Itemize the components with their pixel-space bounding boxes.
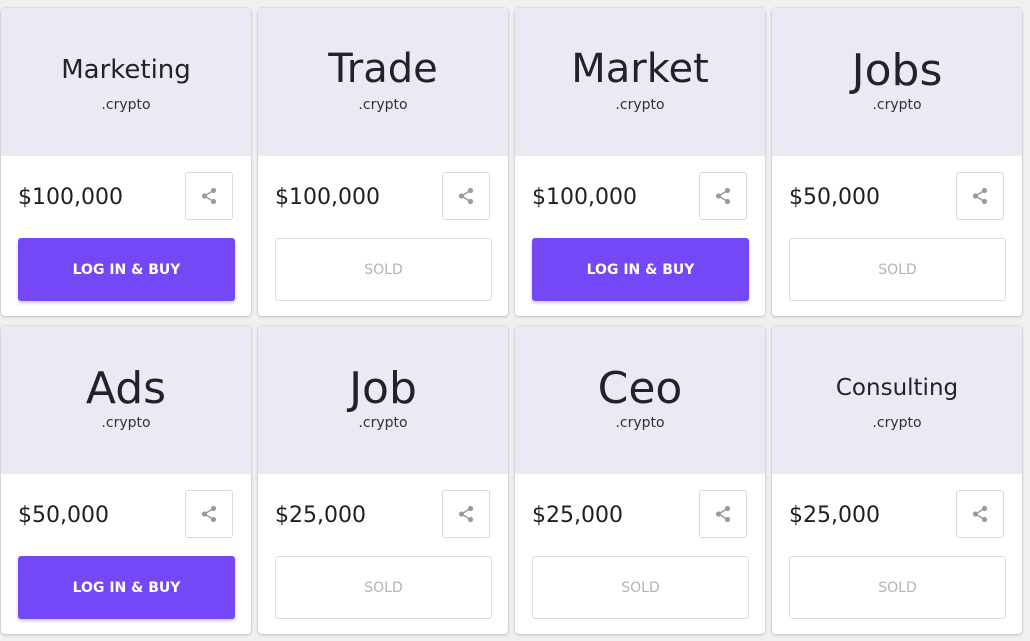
domain-card-header: Consulting .crypto bbox=[772, 326, 1022, 474]
share-icon bbox=[970, 504, 990, 524]
share-icon bbox=[456, 504, 476, 524]
share-button[interactable] bbox=[699, 490, 747, 538]
share-button[interactable] bbox=[442, 490, 490, 538]
domain-name: Ceo bbox=[597, 363, 683, 414]
domain-tld: .crypto bbox=[872, 97, 922, 113]
domain-price: $25,000 bbox=[789, 503, 880, 528]
domain-price: $50,000 bbox=[789, 185, 880, 210]
domain-name: Jobs bbox=[851, 45, 943, 96]
share-icon bbox=[970, 186, 990, 206]
share-button[interactable] bbox=[185, 490, 233, 538]
domain-card: Marketing .crypto $100,000 LOG IN & BUY bbox=[1, 8, 251, 316]
domain-card-header: Marketing .crypto bbox=[1, 8, 251, 156]
share-icon bbox=[713, 504, 733, 524]
domain-price: $100,000 bbox=[532, 185, 637, 210]
domain-name: Consulting bbox=[835, 375, 959, 401]
domain-tld: .crypto bbox=[358, 97, 408, 113]
share-icon bbox=[199, 186, 219, 206]
sold-button: SOLD bbox=[789, 238, 1006, 301]
domain-name: Trade bbox=[328, 46, 438, 92]
share-button[interactable] bbox=[442, 172, 490, 220]
domain-listing-grid: Marketing .crypto $100,000 LOG IN & BUY … bbox=[0, 0, 1030, 641]
domain-card-header: Jobs .crypto bbox=[772, 8, 1022, 156]
domain-price: $25,000 bbox=[275, 503, 366, 528]
domain-tld: .crypto bbox=[358, 415, 408, 431]
sold-button: SOLD bbox=[789, 556, 1006, 619]
sold-button: SOLD bbox=[532, 556, 749, 619]
domain-card: Ads .crypto $50,000 LOG IN & BUY bbox=[1, 326, 251, 634]
share-icon bbox=[713, 186, 733, 206]
domain-card-header: Job .crypto bbox=[258, 326, 508, 474]
domain-card-header: Ceo .crypto bbox=[515, 326, 765, 474]
share-icon bbox=[199, 504, 219, 524]
sold-button: SOLD bbox=[275, 556, 492, 619]
domain-price: $100,000 bbox=[275, 185, 380, 210]
domain-name: Job bbox=[349, 363, 417, 414]
domain-card: Trade .crypto $100,000 SOLD bbox=[258, 8, 508, 316]
domain-price: $50,000 bbox=[18, 503, 109, 528]
domain-tld: .crypto bbox=[615, 97, 665, 113]
domain-tld: .crypto bbox=[615, 415, 665, 431]
domain-name: Ads bbox=[85, 363, 167, 414]
domain-card: Jobs .crypto $50,000 SOLD bbox=[772, 8, 1022, 316]
share-button[interactable] bbox=[956, 172, 1004, 220]
log-in-and-buy-button[interactable]: LOG IN & BUY bbox=[18, 556, 235, 619]
domain-tld: .crypto bbox=[872, 415, 922, 431]
domain-card: Market .crypto $100,000 LOG IN & BUY bbox=[515, 8, 765, 316]
log-in-and-buy-button[interactable]: LOG IN & BUY bbox=[532, 238, 749, 301]
domain-tld: .crypto bbox=[101, 97, 151, 113]
domain-name: Market bbox=[571, 46, 709, 92]
domain-card: Ceo .crypto $25,000 SOLD bbox=[515, 326, 765, 634]
domain-card: Job .crypto $25,000 SOLD bbox=[258, 326, 508, 634]
share-button[interactable] bbox=[185, 172, 233, 220]
domain-card-header: Trade .crypto bbox=[258, 8, 508, 156]
sold-button: SOLD bbox=[275, 238, 492, 301]
domain-tld: .crypto bbox=[101, 415, 151, 431]
domain-card-header: Market .crypto bbox=[515, 8, 765, 156]
domain-card: Consulting .crypto $25,000 SOLD bbox=[772, 326, 1022, 634]
domain-name: Marketing bbox=[61, 55, 191, 85]
share-icon bbox=[456, 186, 476, 206]
share-button[interactable] bbox=[956, 490, 1004, 538]
domain-price: $100,000 bbox=[18, 185, 123, 210]
share-button[interactable] bbox=[699, 172, 747, 220]
domain-card-header: Ads .crypto bbox=[1, 326, 251, 474]
log-in-and-buy-button[interactable]: LOG IN & BUY bbox=[18, 238, 235, 301]
domain-price: $25,000 bbox=[532, 503, 623, 528]
